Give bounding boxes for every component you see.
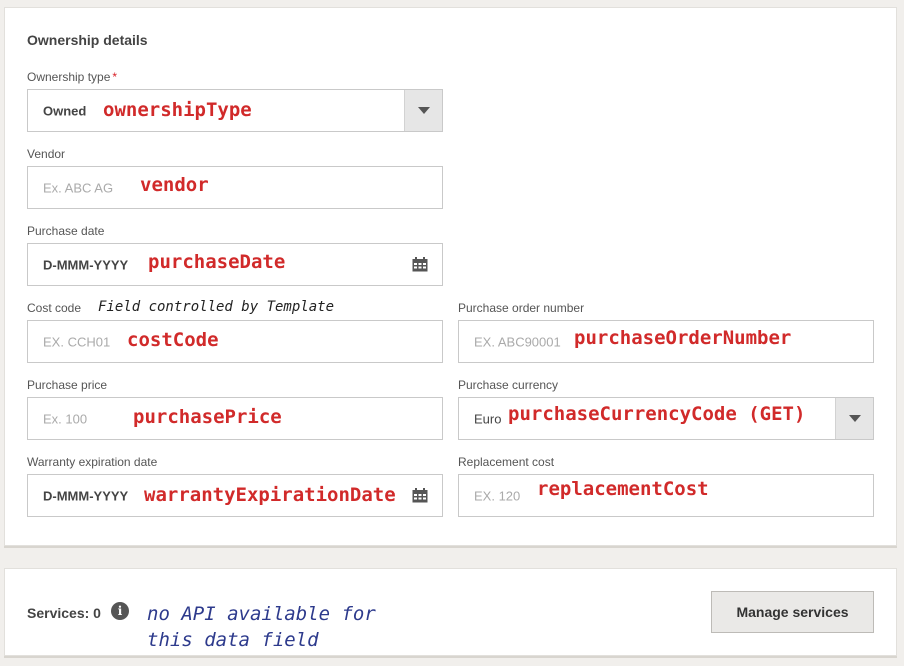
purchase-order-number-placeholder: EX. ABC90001 (474, 334, 561, 349)
services-annotation-line-1: no API available for (147, 603, 376, 625)
chevron-down-icon (848, 415, 861, 422)
vendor-input[interactable]: Ex. ABC AG vendor (27, 166, 443, 209)
manage-services-button[interactable]: Manage services (711, 591, 874, 633)
cost-code-input[interactable]: EX. CCH01 costCode (27, 320, 443, 363)
cost-code-label: Cost code (27, 301, 82, 315)
purchase-order-number-label: Purchase order number (458, 301, 585, 315)
ownership-details-card: Ownership details Ownership type * Owned … (4, 7, 897, 546)
purchase-order-number-annotation: purchaseOrderNumber (574, 327, 792, 349)
purchase-price-label: Purchase price (27, 378, 108, 392)
cost-code-note: Field controlled by Template (98, 299, 335, 315)
info-icon[interactable]: i (111, 602, 129, 620)
chevron-down-icon (417, 107, 430, 114)
cost-code-placeholder: EX. CCH01 (43, 334, 111, 349)
vendor-label: Vendor (27, 147, 66, 161)
vendor-annotation: vendor (140, 174, 209, 196)
calendar-icon[interactable] (412, 257, 428, 272)
ownership-type-dropdown-button[interactable] (404, 90, 442, 131)
purchase-currency-dropdown-button[interactable] (835, 398, 873, 439)
purchase-currency-label: Purchase currency (458, 378, 559, 392)
services-card: Services: 0 i no API available for this … (4, 568, 897, 656)
purchase-currency-value: Euro (474, 411, 502, 426)
vendor-placeholder: Ex. ABC AG (43, 180, 114, 195)
required-mark: * (112, 70, 118, 84)
services-annotation: no API available for this data field (147, 601, 376, 653)
warranty-expiration-date-annotation: warrantyExpirationDate (144, 484, 396, 506)
ownership-type-annotation: ownershipType (103, 99, 252, 121)
replacement-cost-annotation: replacementCost (537, 478, 709, 500)
purchase-date-input[interactable]: D-MMM-YYYY purchaseDate (27, 243, 443, 286)
purchase-price-input[interactable]: Ex. 100 purchasePrice (27, 397, 443, 440)
purchase-price-annotation: purchasePrice (133, 406, 282, 428)
ownership-type-select[interactable]: Owned ownershipType (27, 89, 443, 132)
warranty-expiration-date-value: D-MMM-YYYY (43, 488, 129, 503)
cost-code-annotation: costCode (127, 329, 219, 351)
replacement-cost-placeholder: EX. 120 (474, 488, 521, 503)
calendar-icon[interactable] (412, 488, 428, 503)
warranty-expiration-date-input[interactable]: D-MMM-YYYY warrantyExpirationDate (27, 474, 443, 517)
services-annotation-line-2: this data field (147, 629, 319, 651)
section-title: Ownership details (27, 32, 148, 48)
purchase-date-value: D-MMM-YYYY (43, 257, 129, 272)
replacement-cost-label: Replacement cost (458, 455, 555, 469)
purchase-date-annotation: purchaseDate (148, 251, 286, 273)
ownership-type-label: Ownership type * (27, 70, 117, 84)
purchase-price-placeholder: Ex. 100 (43, 411, 88, 426)
purchase-currency-select[interactable]: Euro purchaseCurrencyCode (GET) (458, 397, 874, 440)
replacement-cost-input[interactable]: EX. 120 replacementCost (458, 474, 874, 517)
services-count-label: Services: 0 (27, 605, 101, 621)
purchase-date-label: Purchase date (27, 224, 105, 238)
ownership-type-value: Owned (43, 103, 87, 118)
ownership-type-label-text: Ownership type (27, 70, 111, 84)
warranty-expiration-date-label: Warranty expiration date (27, 455, 158, 469)
purchase-currency-annotation: purchaseCurrencyCode (GET) (508, 403, 806, 425)
purchase-order-number-input[interactable]: EX. ABC90001 purchaseOrderNumber (458, 320, 874, 363)
